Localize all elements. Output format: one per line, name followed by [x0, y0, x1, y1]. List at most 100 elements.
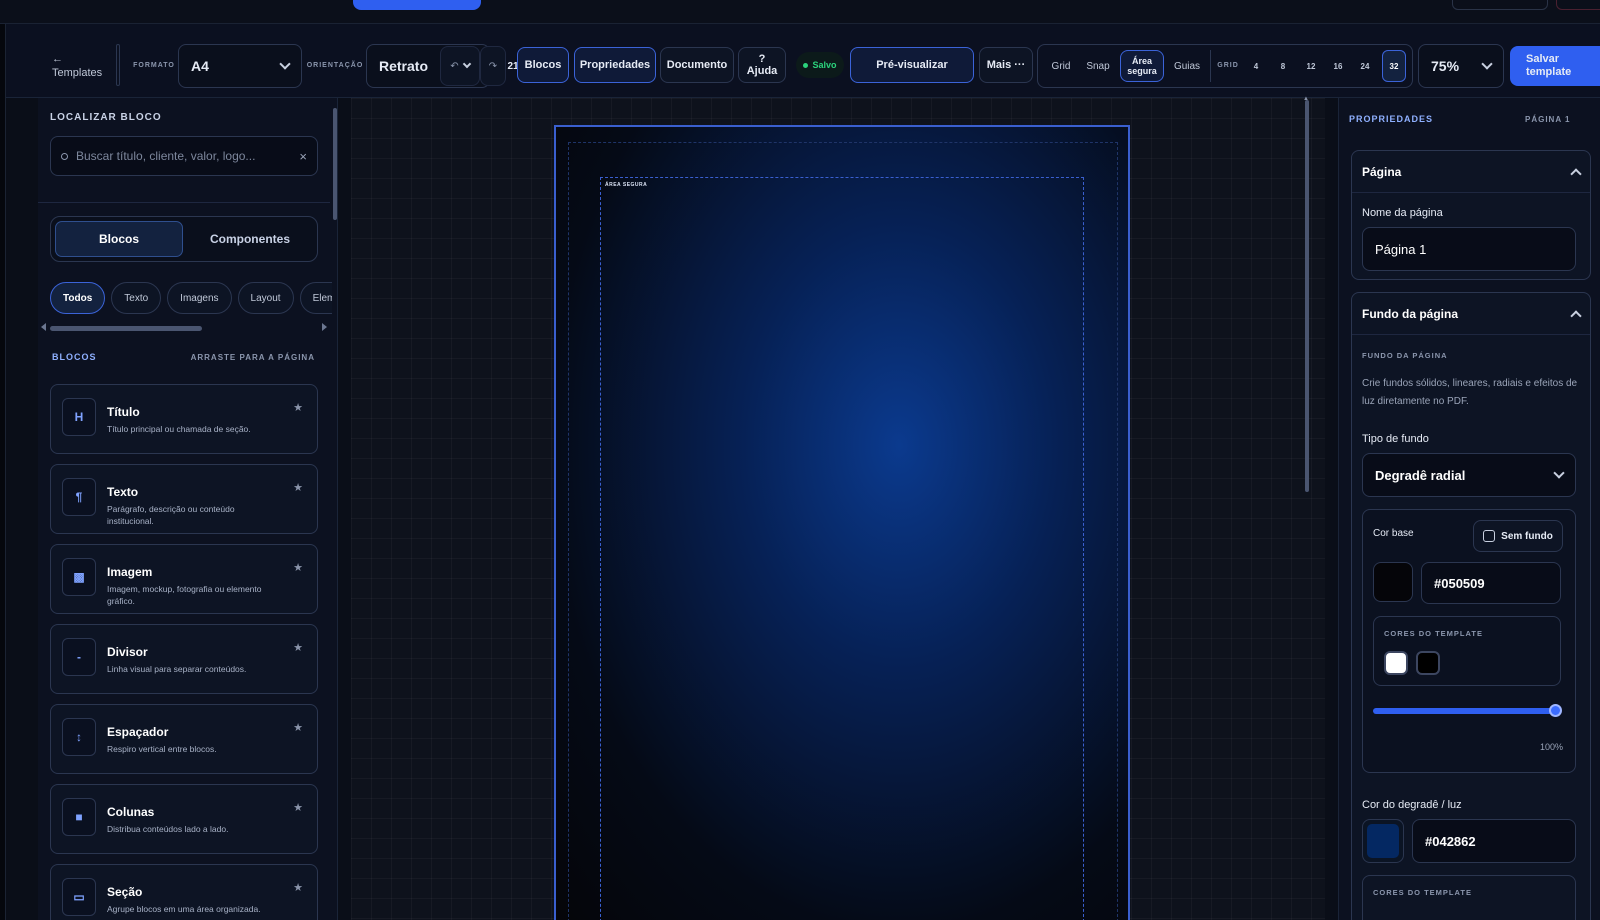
grid-size-label: GRID	[1217, 61, 1239, 69]
block-card-description: Agrupe blocos em uma área organizada.	[107, 904, 261, 914]
filter-chip-layout[interactable]: Layout	[237, 282, 294, 314]
favorite-star-icon[interactable]: ★	[293, 881, 303, 894]
safe-area-label-2: segura	[1127, 66, 1157, 76]
grid-size-32[interactable]: 32	[1382, 50, 1406, 82]
background-section-header[interactable]: Fundo da página	[1352, 293, 1590, 335]
safe-area-toggle[interactable]: Área segura	[1120, 50, 1164, 82]
template-colors-group-2: CORES DO TEMPLATE	[1362, 875, 1576, 920]
top-danger-button[interactable]	[1556, 0, 1600, 10]
opacity-slider-handle[interactable]	[1549, 704, 1562, 717]
gradient-color-swatch[interactable]	[1362, 819, 1404, 863]
undo-icon: ↶	[450, 60, 459, 72]
no-background-label: Sem fundo	[1501, 530, 1553, 542]
saved-status-badge: Salvo	[796, 52, 844, 78]
background-section-title: Fundo da página	[1362, 306, 1458, 321]
background-help-text: Crie fundos sólidos, lineares, radiais e…	[1362, 378, 1578, 407]
toggle-properties-panel-button[interactable]: Propriedades	[574, 47, 656, 83]
document-button[interactable]: Documento	[660, 47, 734, 83]
search-input[interactable]	[76, 149, 292, 163]
chevron-up-icon	[1570, 309, 1582, 322]
chips-scroll-left-icon[interactable]	[41, 323, 46, 331]
image-icon: ▩	[62, 558, 96, 596]
block-card-section[interactable]: ▭ Seção Agrupe blocos em uma área organi…	[50, 864, 318, 920]
checkbox-icon[interactable]	[1483, 530, 1496, 542]
block-card-title[interactable]: H Título Título principal ou chamada de …	[50, 384, 318, 454]
toggle-blocks-panel-button[interactable]: Blocos	[517, 47, 569, 83]
chevron-down-icon	[279, 58, 291, 70]
grid-size-8[interactable]: 8	[1275, 56, 1291, 76]
snap-toggle[interactable]: Snap	[1082, 56, 1114, 76]
base-color-group: Cor base Sem fundo #050509 CORES DO TEMP…	[1362, 509, 1576, 773]
page-name-input[interactable]: Página 1	[1362, 227, 1576, 271]
blocks-section-hint: ARRASTE PARA A PÁGINA	[190, 353, 315, 362]
background-type-value: Degradê radial	[1375, 467, 1466, 483]
base-color-label: Cor base	[1373, 528, 1414, 539]
preview-button[interactable]: Pré-visualizar	[850, 47, 974, 83]
template-color-white[interactable]	[1384, 651, 1408, 675]
filter-chip-elements[interactable]: Element	[299, 282, 332, 314]
block-search-field[interactable]: ×	[50, 136, 318, 176]
base-color-swatch[interactable]	[1373, 562, 1413, 602]
zoom-select[interactable]: 75%	[1418, 44, 1504, 88]
format-label: FORMATO	[133, 61, 175, 69]
top-primary-tab[interactable]	[353, 0, 481, 10]
favorite-star-icon[interactable]: ★	[293, 801, 303, 814]
page-indicator: PÁGINA 1	[1525, 115, 1571, 124]
find-block-title: LOCALIZAR BLOCO	[50, 112, 162, 123]
filter-chip-all[interactable]: Todos	[50, 282, 106, 314]
favorite-star-icon[interactable]: ★	[293, 641, 303, 654]
grid-size-24[interactable]: 24	[1356, 56, 1374, 76]
clear-search-icon[interactable]: ×	[299, 149, 307, 164]
canvas-scrollbar[interactable]: ▲	[1303, 96, 1309, 492]
tab-components[interactable]: Componentes	[187, 221, 313, 257]
chips-scroll-right-icon[interactable]	[322, 323, 327, 331]
page-name-label: Nome da página	[1362, 207, 1443, 219]
no-background-toggle[interactable]: Sem fundo	[1473, 520, 1563, 552]
page-section-header[interactable]: Página	[1352, 151, 1590, 193]
grid-divider	[1210, 50, 1211, 82]
tab-blocks[interactable]: Blocos	[55, 221, 183, 257]
blocks-section-title: BLOCOS	[52, 352, 97, 362]
undo-button[interactable]: ↶	[440, 46, 480, 86]
redo-icon: ↷	[488, 60, 498, 72]
top-strip	[0, 0, 1600, 24]
top-ghost-button[interactable]	[1452, 0, 1548, 10]
filter-chip-text[interactable]: Texto	[111, 282, 162, 314]
document-page[interactable]: ÁREA SEGURA	[554, 125, 1130, 920]
opacity-slider[interactable]	[1373, 704, 1562, 717]
template-color-black[interactable]	[1416, 651, 1440, 675]
favorite-star-icon[interactable]: ★	[293, 481, 303, 494]
guides-toggle[interactable]: Guias	[1170, 56, 1204, 76]
more-menu-button[interactable]: Mais ···	[979, 47, 1033, 83]
block-card-spacer[interactable]: ↕ Espaçador Respiro vertical entre bloco…	[50, 704, 318, 774]
grid-size-16[interactable]: 16	[1329, 56, 1347, 76]
favorite-star-icon[interactable]: ★	[293, 401, 303, 414]
format-value: A4	[191, 58, 209, 74]
blocks-panel-scrollbar[interactable]	[333, 108, 337, 220]
help-button[interactable]: ? Ajuda	[738, 47, 786, 83]
scroll-up-icon[interactable]: ▲	[1303, 96, 1309, 102]
block-card-divider[interactable]: - Divisor Linha visual para separar cont…	[50, 624, 318, 694]
base-color-hex-input[interactable]: #050509	[1421, 562, 1561, 604]
block-card-name: Divisor	[107, 645, 148, 659]
background-caption: FUNDO DA PÁGINA	[1362, 351, 1448, 360]
grid-toggle[interactable]: Grid	[1046, 56, 1076, 76]
grid-size-12[interactable]: 12	[1302, 56, 1320, 76]
block-card-text[interactable]: ¶ Texto Parágrafo, descrição ou conteúdo…	[50, 464, 318, 534]
block-card-description: Distribua conteúdos lado a lado.	[107, 824, 229, 834]
block-card-image[interactable]: ▩ Imagem Imagem, mockup, fotografia ou e…	[50, 544, 318, 614]
filter-chip-images[interactable]: Imagens	[167, 282, 232, 314]
background-type-select[interactable]: Degradê radial	[1362, 453, 1576, 497]
redo-button[interactable]: ↷	[480, 46, 506, 86]
block-card-name: Colunas	[107, 805, 155, 819]
back-to-templates-link[interactable]: ← Templates	[52, 46, 108, 86]
favorite-star-icon[interactable]: ★	[293, 721, 303, 734]
chips-scrollbar[interactable]	[50, 326, 202, 331]
grid-size-4[interactable]: 4	[1248, 56, 1264, 76]
save-template-button[interactable]: Salvar template	[1510, 46, 1600, 86]
format-select[interactable]: A4	[178, 44, 302, 88]
block-card-columns[interactable]: ■ Colunas Distribua conteúdos lado a lad…	[50, 784, 318, 854]
gradient-color-hex-input[interactable]: #042862	[1412, 819, 1576, 863]
block-card-description: Imagem, mockup, fotografia ou elemento g…	[107, 584, 262, 606]
favorite-star-icon[interactable]: ★	[293, 561, 303, 574]
